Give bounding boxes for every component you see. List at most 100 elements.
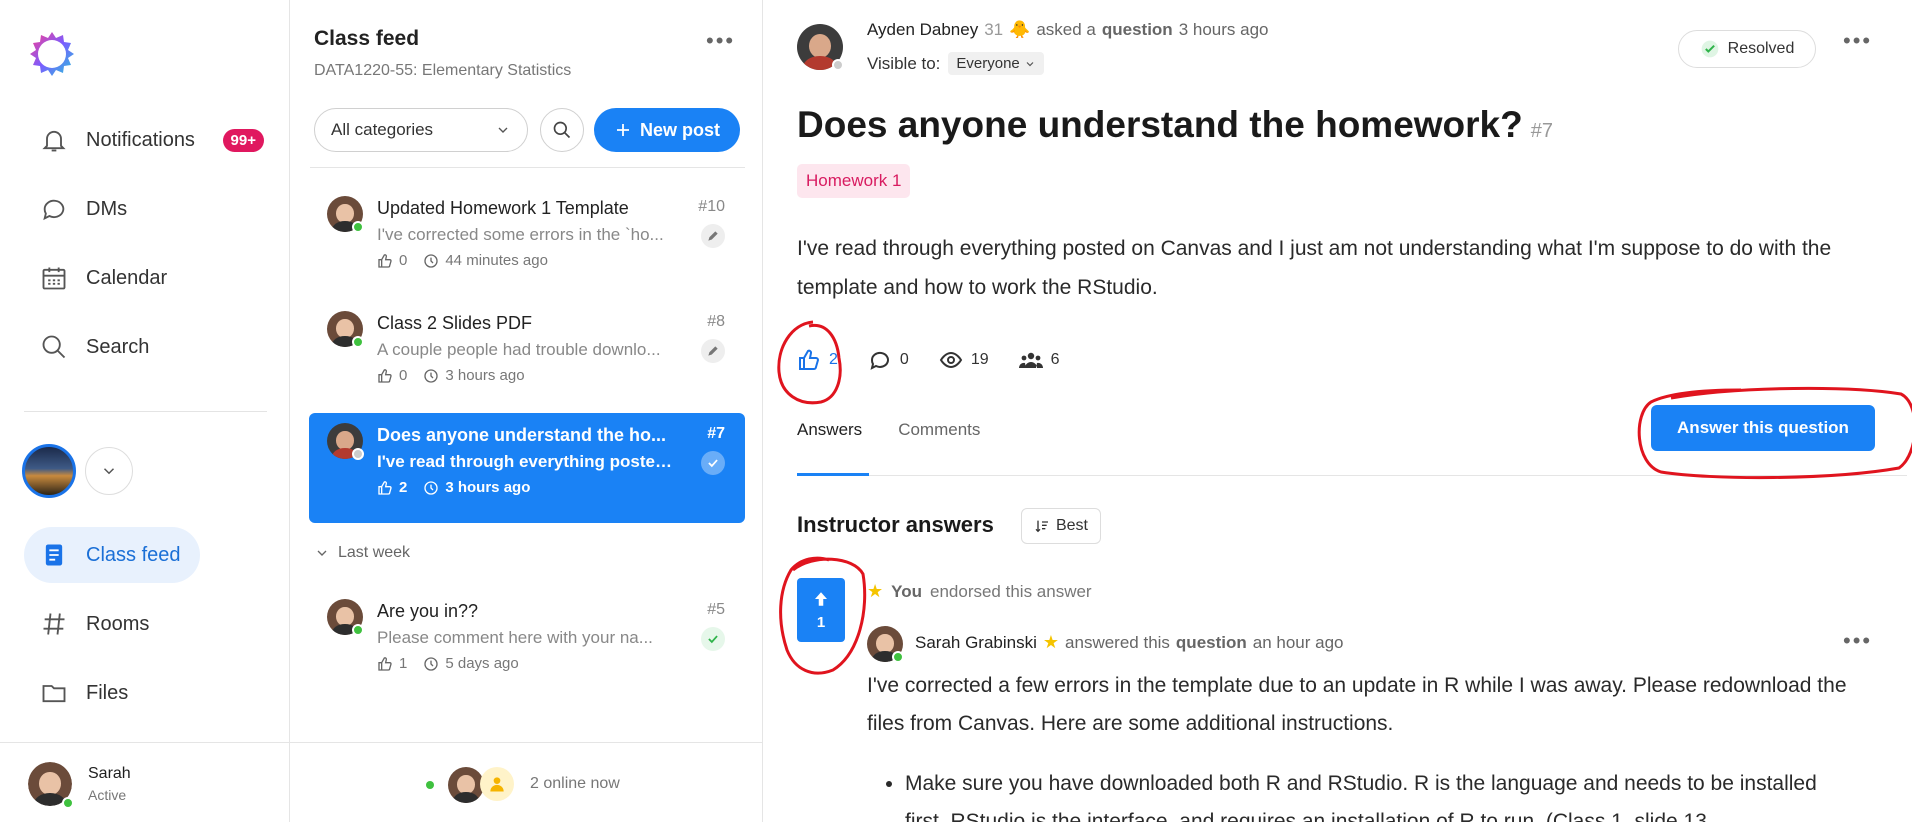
answer-body: I've corrected a few errors in the templ…: [867, 674, 1847, 735]
nav-class-feed-label: Class feed: [86, 543, 181, 566]
new-post-label: New post: [639, 119, 720, 140]
question-author-name[interactable]: Ayden Dabney: [867, 20, 978, 40]
new-post-button[interactable]: New post: [594, 108, 740, 152]
feed-title: Class feed: [314, 27, 420, 50]
course-switcher-button[interactable]: [85, 447, 133, 495]
question-author-avatar[interactable]: [797, 24, 844, 71]
check-icon: [701, 451, 725, 475]
category-select-value: All categories: [331, 120, 434, 139]
post-author-avatar: [327, 311, 364, 348]
star-icon: ★: [867, 581, 884, 601]
post-number: #7: [707, 425, 725, 442]
notifications-count-badge: 99+: [222, 128, 264, 152]
star-icon: ★: [1042, 632, 1060, 652]
answer-more-options-icon[interactable]: •••: [1843, 628, 1872, 654]
post-author-avatar: [327, 599, 364, 636]
upvote-count: 1: [816, 613, 826, 631]
clock-icon: [424, 480, 439, 495]
eye-icon: [939, 351, 962, 369]
nav-divider: [24, 411, 267, 412]
check-circle-icon: [1701, 40, 1718, 58]
feed-divider: [310, 167, 745, 168]
question-body: I've read through everything posted on C…: [797, 237, 1832, 299]
app-logo[interactable]: [28, 30, 76, 78]
check-icon: [701, 627, 725, 651]
feed-search-button[interactable]: [540, 108, 584, 152]
upvote-button[interactable]: 1: [797, 578, 845, 642]
search-icon: [42, 335, 66, 359]
nav-notifications[interactable]: Notifications 99+: [24, 112, 264, 168]
online-count-text: 2 online now: [530, 775, 620, 792]
feed-document-icon: [45, 544, 63, 566]
feed-more-options-icon[interactable]: •••: [706, 28, 735, 54]
answer-time: an hour ago: [1252, 632, 1344, 652]
left-navigation: Notifications 99+ DMs Calendar Search Cl…: [0, 0, 290, 822]
post-time: 44 minutes ago: [445, 252, 548, 269]
nav-rooms-label: Rooms: [86, 612, 150, 635]
clock-icon: [424, 253, 439, 268]
tab-comments[interactable]: Comments: [898, 420, 980, 440]
plus-icon: [616, 124, 629, 136]
post-excerpt: A couple people had trouble downlo...: [377, 340, 661, 359]
person-icon: [490, 777, 504, 792]
post-likes: 2: [399, 479, 408, 496]
asked-word: asked a: [1036, 20, 1096, 39]
answer-question-button[interactable]: Answer this question: [1651, 405, 1875, 451]
tab-answers[interactable]: Answers: [797, 420, 862, 440]
chat-bubble-icon: [43, 199, 65, 221]
online-users-bar[interactable]: 2 online now: [290, 742, 763, 822]
thumbs-up-icon: [378, 480, 392, 495]
nav-search[interactable]: Search: [24, 319, 264, 375]
sort-icon: [1035, 520, 1048, 533]
resolved-status-button[interactable]: Resolved: [1678, 30, 1816, 68]
category-tag[interactable]: Homework 1: [797, 164, 911, 198]
participant-count: 6: [1050, 351, 1060, 368]
feed-post[interactable]: Are you in?? #5 Please comment here with…: [309, 589, 745, 699]
feed-post-selected[interactable]: Does anyone understand the ho... #7 I've…: [309, 413, 745, 523]
visibility-line: Visible to: Everyone: [867, 52, 1044, 75]
course-avatar[interactable]: [22, 444, 76, 498]
comment-icon: [870, 351, 889, 370]
question-author-line: Ayden Dabney 31 🐥 asked a question 3 hou…: [867, 20, 1269, 40]
thumbs-up-icon: [378, 656, 392, 671]
nav-calendar[interactable]: Calendar: [24, 250, 264, 306]
chevron-down-icon: [1026, 61, 1034, 66]
post-excerpt: I've corrected some errors in the `ho...: [377, 225, 664, 244]
active-tab-indicator: [797, 473, 869, 476]
visible-to-label: Visible to:: [867, 53, 941, 73]
sort-answers-button[interactable]: Best: [1021, 508, 1101, 544]
feed-post[interactable]: Updated Homework 1 Template #10 I've cor…: [309, 186, 745, 296]
like-button[interactable]: 2: [797, 348, 838, 372]
feed-post[interactable]: Class 2 Slides PDF #8 A couple people ha…: [309, 301, 745, 411]
chevron-down-icon: [498, 127, 508, 133]
question-more-options-icon[interactable]: •••: [1843, 28, 1872, 54]
visibility-select[interactable]: Everyone: [948, 52, 1044, 75]
visibility-value: Everyone: [956, 55, 1020, 72]
nav-dms[interactable]: DMs: [24, 181, 264, 237]
pencil-icon: [701, 339, 725, 363]
resolved-label: Resolved: [1727, 40, 1795, 57]
nav-rooms[interactable]: Rooms: [24, 596, 264, 652]
endorsement-line: ★ You endorsed this answer: [867, 581, 1092, 602]
clock-icon: [424, 368, 439, 383]
comments-count-stat[interactable]: 0: [868, 348, 909, 372]
answer-author-name[interactable]: Sarah Grabinski: [915, 633, 1037, 653]
last-week-section-toggle[interactable]: Last week: [314, 544, 410, 562]
nav-class-feed[interactable]: Class feed: [24, 527, 200, 583]
sort-label: Best: [1055, 517, 1088, 534]
post-excerpt: Please comment here with your na...: [377, 628, 653, 647]
arrow-up-icon: [815, 591, 827, 606]
category-select[interactable]: All categories: [314, 108, 528, 152]
answer-instruction-item: Make sure you have downloaded both R and…: [905, 765, 1845, 822]
answer-author-avatar[interactable]: [867, 626, 904, 663]
online-user-avatar-placeholder: [480, 767, 514, 801]
current-user-bar[interactable]: Sarah Active: [0, 742, 290, 822]
post-time: 3 hours ago: [445, 367, 525, 384]
pencil-icon: [701, 224, 725, 248]
nav-files[interactable]: Files: [24, 665, 264, 721]
chick-emoji-icon: 🐥: [1009, 20, 1031, 39]
calendar-icon: [42, 267, 66, 290]
answer-author-line: Sarah Grabinski ★ answered this question…: [915, 632, 1344, 653]
post-likes: 0: [399, 367, 408, 384]
post-meta: 1 5 days ago: [377, 655, 519, 672]
